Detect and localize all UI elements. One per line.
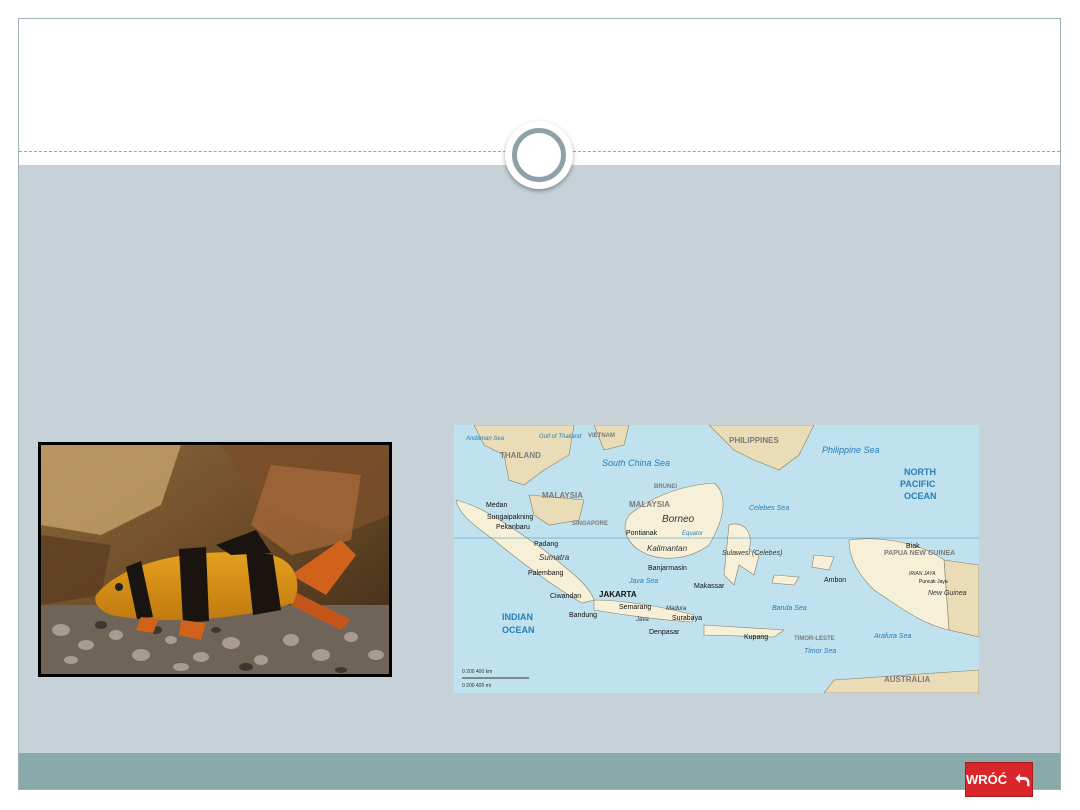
map-label: Borneo [662, 514, 695, 525]
map-label: South China Sea [602, 458, 670, 468]
fish-illustration [41, 445, 389, 674]
map-label: VIETNAM [588, 433, 615, 439]
map-city: Biak [906, 543, 920, 550]
map-label: SINGAPORE [572, 521, 608, 527]
map-label: Java Sea [628, 578, 658, 585]
map-label: OCEAN [904, 491, 937, 501]
map-city: Padang [534, 541, 558, 548]
map-city: Palembang [528, 570, 564, 577]
map-scale-mi: 0 200 400 mi [462, 683, 491, 689]
map-label: Banda Sea [772, 605, 807, 612]
map-city: Pekanbaru [496, 524, 530, 531]
indonesia-map: South China Sea Philippine Sea Andaman S… [454, 425, 979, 693]
map-city: Puncak Jaya [919, 579, 948, 585]
map-city: Kupang [744, 634, 768, 641]
map-label: Arafura Sea [873, 633, 911, 640]
map-city: Semarang [619, 604, 651, 611]
map-label: AUSTRALIA [884, 675, 930, 684]
map-city: Sungaipakning [487, 514, 533, 521]
map-city: Banjarmasin [648, 565, 687, 572]
map-label: New Guinea [928, 590, 967, 597]
map-label: PACIFIC [900, 479, 936, 489]
map-city: JAKARTA [599, 590, 637, 599]
map-label: Madura [666, 606, 687, 612]
map-city: Denpasar [649, 629, 680, 636]
slide-footer-bar [19, 753, 1060, 789]
map-label: INDIAN [502, 612, 533, 622]
map-label: PAPUA NEW GUINEA [884, 550, 955, 557]
map-label: Andaman Sea [465, 436, 505, 442]
map-label: NORTH [904, 467, 936, 477]
map-label: Equator [682, 531, 704, 537]
map-label: Java [635, 617, 649, 623]
map-label: Celebes Sea [749, 505, 789, 512]
map-illustration: South China Sea Philippine Sea Andaman S… [454, 425, 979, 693]
map-label: Sumatra [539, 553, 570, 562]
map-label: MALAYSIA [629, 500, 670, 509]
back-button-label: WRÓĆ [966, 772, 1008, 787]
map-label: Sulawesi (Celebes) [722, 550, 782, 557]
map-label: Gulf of Thailand [539, 434, 582, 440]
back-button[interactable]: WRÓĆ [965, 762, 1033, 797]
map-label: Timor Sea [804, 648, 836, 655]
map-label: PHILIPPINES [729, 436, 779, 445]
map-city: Pontianak [626, 530, 658, 537]
clown-loach-photo [38, 442, 392, 677]
map-city: Medan [486, 502, 508, 509]
map-label: OCEAN [502, 625, 535, 635]
map-label: Kalimantan [647, 544, 688, 553]
map-label: BRUNEI [654, 484, 677, 490]
map-scale-km: 0 200 400 km [462, 669, 492, 675]
divider-circle-ornament [505, 121, 573, 189]
map-label: THAILAND [500, 451, 541, 460]
map-city: Surabaya [672, 615, 702, 622]
map-city: Makassar [694, 583, 725, 590]
map-city: Ambon [824, 577, 846, 584]
map-label: Philippine Sea [822, 445, 880, 455]
return-arrow-icon [1015, 773, 1030, 786]
map-city: Ciwandan [550, 593, 581, 600]
divider-circle-ring [512, 128, 566, 182]
map-city: Bandung [569, 612, 597, 619]
map-label: IRIAN JAYA [909, 571, 936, 577]
map-label: MALAYSIA [542, 491, 583, 500]
map-label: TIMOR-LESTE [794, 636, 835, 642]
